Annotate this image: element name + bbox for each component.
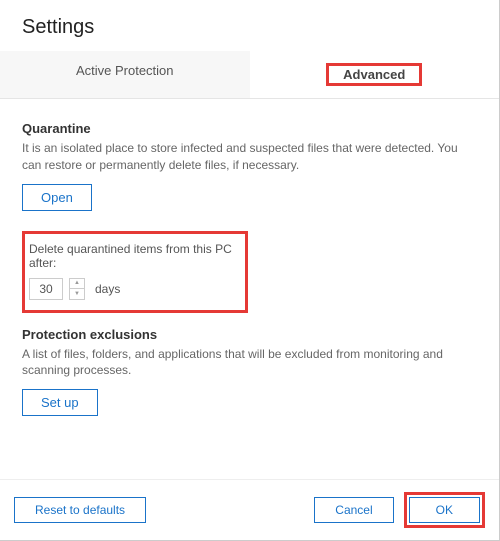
spinner-buttons: ▲ ▼	[69, 278, 85, 300]
exclusions-title: Protection exclusions	[22, 327, 477, 342]
quarantine-section: Quarantine It is an isolated place to st…	[22, 121, 477, 211]
highlight-box: Advanced	[326, 63, 422, 86]
quarantine-desc: It is an isolated place to store infecte…	[22, 140, 477, 174]
highlight-box: OK	[404, 492, 485, 528]
tab-advanced[interactable]: Advanced	[250, 51, 500, 98]
tab-label: Advanced	[343, 67, 405, 82]
footer: Reset to defaults Cancel OK	[0, 479, 499, 540]
days-input[interactable]	[29, 278, 63, 300]
spinner-down-icon[interactable]: ▼	[70, 289, 84, 299]
days-spinner: ▲ ▼ days	[29, 278, 241, 300]
reset-button[interactable]: Reset to defaults	[14, 497, 146, 523]
ok-button[interactable]: OK	[409, 497, 480, 523]
quarantine-title: Quarantine	[22, 121, 477, 136]
tab-active-protection[interactable]: Active Protection	[0, 51, 250, 98]
days-unit: days	[95, 282, 120, 296]
exclusions-section: Protection exclusions A list of files, f…	[22, 327, 477, 417]
header: Settings	[0, 0, 499, 51]
content: Quarantine It is an isolated place to st…	[0, 99, 499, 416]
tab-label: Active Protection	[76, 63, 174, 78]
page-title: Settings	[22, 16, 477, 39]
tabs: Active Protection Advanced	[0, 51, 499, 99]
setup-button[interactable]: Set up	[22, 389, 98, 416]
spinner-up-icon[interactable]: ▲	[70, 279, 84, 289]
open-button[interactable]: Open	[22, 184, 92, 211]
footer-right: Cancel OK	[314, 492, 485, 528]
exclusions-desc: A list of files, folders, and applicatio…	[22, 346, 477, 380]
delete-label: Delete quarantined items from this PC af…	[29, 242, 241, 270]
cancel-button[interactable]: Cancel	[314, 497, 393, 523]
delete-quarantine-section: Delete quarantined items from this PC af…	[22, 231, 248, 313]
